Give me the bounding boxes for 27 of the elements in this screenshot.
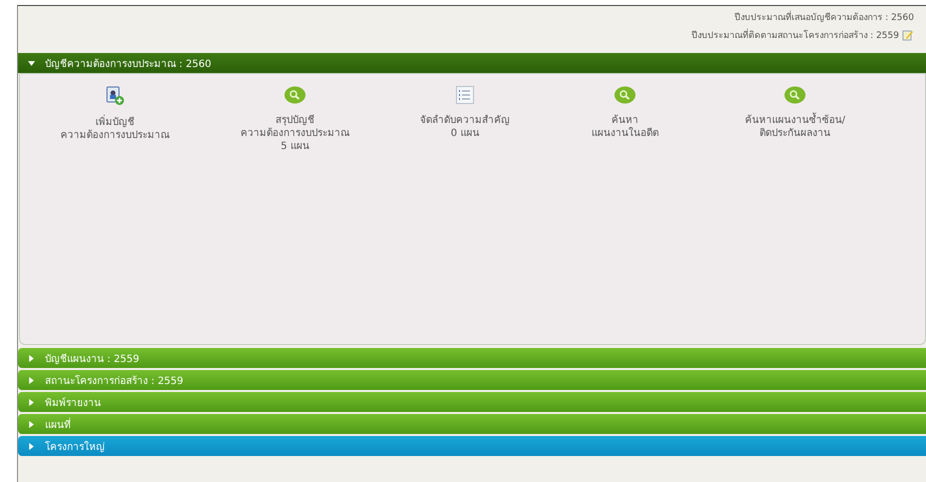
tool-label[interactable]: ค้นหาแผนงานซ้ำซ้อน/ [744, 114, 846, 127]
tool-label[interactable]: ค้นหา [612, 114, 638, 127]
tool-label[interactable]: จัดลำดับความสำคัญ [420, 114, 510, 127]
caret-down-icon [28, 60, 35, 66]
fiscal-year-text: ปีงบประมาณที่ติดตามสถานะโครงการก่อสร้าง : 2559 [691, 28, 899, 42]
tool-label[interactable]: ความต้องการงบประมาณ [60, 129, 170, 142]
tool-label[interactable]: 0 แผน [450, 127, 480, 140]
tool-label[interactable]: ความต้องการงบประมาณ [240, 127, 350, 140]
caret-right-icon [28, 442, 35, 450]
tool-label[interactable]: 5 แผน [280, 140, 310, 153]
accordion-header[interactable]: โครงการใหญ่ [18, 436, 926, 456]
edit-icon[interactable] [902, 29, 914, 41]
accordion-header[interactable]: บัญชีความต้องการงบประมาณ : 2560 [18, 53, 926, 73]
tool-label[interactable]: แผนงานในอดีต [592, 127, 658, 140]
caret-right-icon [28, 354, 35, 362]
tool-label[interactable]: เพิ่มบัญชี [96, 116, 134, 129]
list-icon[interactable] [456, 86, 474, 104]
search-icon[interactable] [614, 86, 636, 104]
tool-label[interactable]: ติดประกันผลงาน [760, 127, 830, 140]
caret-right-icon [28, 420, 35, 428]
tool-label[interactable]: สรุปบัญชี [276, 114, 314, 127]
fiscal-year-text: ปีงบประมาณที่เสนอบัญชีความต้องการ : 2560 [734, 10, 914, 24]
caret-right-icon [28, 398, 35, 406]
search-icon[interactable] [784, 86, 806, 104]
search-icon[interactable] [284, 86, 306, 104]
document-add-icon[interactable] [105, 86, 125, 106]
caret-right-icon [28, 376, 35, 384]
